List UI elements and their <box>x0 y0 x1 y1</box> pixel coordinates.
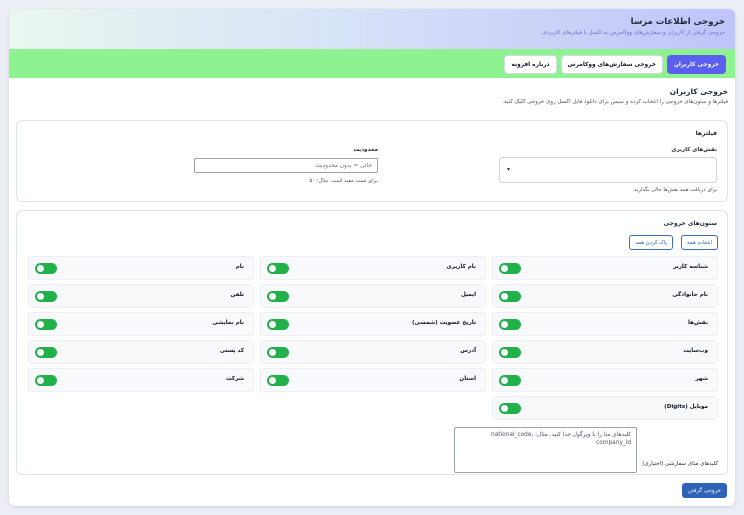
column-option: موبایل (Digits) <box>492 396 718 420</box>
column-label: کد پستی <box>219 348 244 354</box>
column-toggle[interactable] <box>499 347 521 358</box>
section-header: خروجی کاربران فیلترها و ستون‌های خروجی ر… <box>9 78 735 105</box>
column-option: شرکت <box>28 368 254 392</box>
select-all-button[interactable]: انتخاب همه <box>681 235 718 250</box>
toggle-knob <box>37 377 44 384</box>
toggle-knob <box>501 405 508 412</box>
toggle-knob <box>501 293 508 300</box>
section-title: خروجی کاربران <box>669 87 728 96</box>
column-toggle[interactable] <box>499 291 521 302</box>
column-label: نام خانوادگی <box>672 292 708 298</box>
column-option: نام خانوادگی <box>492 284 718 308</box>
column-label: تلفن <box>230 292 244 298</box>
column-label: شرکت <box>225 376 244 382</box>
limit-input[interactable] <box>194 158 378 173</box>
column-toggle[interactable] <box>35 347 57 358</box>
column-label: استان <box>459 376 476 382</box>
column-label: شناسه کاربر <box>673 264 708 270</box>
section-description: فیلترها و ستون‌های خروجی را انتخاب کرده … <box>502 99 728 105</box>
toggle-knob <box>269 265 276 272</box>
dropdown-arrow-icon: ▾ <box>507 166 511 173</box>
column-toggle[interactable] <box>35 375 57 386</box>
column-toggle[interactable] <box>267 291 289 302</box>
toggle-knob <box>269 377 276 384</box>
plugin-page: خروجی اطلاعات مرسا خروجی گرفتن از کاربرا… <box>9 9 735 506</box>
column-label: نام <box>235 264 244 270</box>
meta-keys-textarea[interactable] <box>454 427 637 473</box>
toggle-knob <box>269 349 276 356</box>
column-option: تاریخ عضویت (شمسی) <box>260 312 486 336</box>
column-toggle[interactable] <box>267 375 289 386</box>
column-option: شناسه کاربر <box>492 256 718 280</box>
column-label: موبایل (Digits) <box>664 404 708 410</box>
toggle-knob <box>269 321 276 328</box>
roles-label: نقش‌های کاربری <box>671 147 717 153</box>
toggle-knob <box>37 265 44 272</box>
column-option: استان <box>260 368 486 392</box>
column-option: نقش‌ها <box>492 312 718 336</box>
tab-orders-export[interactable]: خروجی سفارش‌های ووکامرس <box>560 55 663 74</box>
column-label: نام نمایشی <box>212 320 244 326</box>
column-toggle[interactable] <box>499 319 521 330</box>
limit-hint: برای تست مفید است. مثال: ۵۰ <box>309 178 378 184</box>
page-header: خروجی اطلاعات مرسا خروجی گرفتن از کاربرا… <box>9 9 735 49</box>
filters-card: فیلترها نقش‌های کاربری ▾ برای دریافت همه… <box>16 120 728 202</box>
toggle-knob <box>269 293 276 300</box>
column-option: وب‌سایت <box>492 340 718 364</box>
column-option: نام <box>28 256 254 280</box>
filters-title: فیلترها <box>695 130 717 137</box>
page-title: خروجی اطلاعات مرسا <box>630 17 725 27</box>
column-label: نام کاربری <box>446 264 476 270</box>
toggle-knob <box>501 321 508 328</box>
toggle-knob <box>501 377 508 384</box>
column-option: آدرس <box>260 340 486 364</box>
columns-card: ستون‌های خروجی انتخاب همه پاک کردن همه ش… <box>16 210 728 475</box>
column-toggle[interactable] <box>35 319 57 330</box>
column-toggle[interactable] <box>35 263 57 274</box>
column-option: تلفن <box>28 284 254 308</box>
column-option: شهر <box>492 368 718 392</box>
column-label: آدرس <box>460 348 476 354</box>
tab-users-export[interactable]: خروجی کاربران <box>666 55 726 74</box>
column-option: نام کاربری <box>260 256 486 280</box>
toggle-knob <box>37 321 44 328</box>
column-toggle[interactable] <box>499 403 521 414</box>
toggle-knob <box>37 293 44 300</box>
clear-all-button[interactable]: پاک کردن همه <box>629 235 673 250</box>
limit-label: محدودیت <box>353 147 378 153</box>
column-label: تاریخ عضویت (شمسی) <box>411 320 476 326</box>
tab-about[interactable]: درباره افزونه <box>504 55 557 74</box>
column-option: کد پستی <box>28 340 254 364</box>
column-toggle[interactable] <box>267 263 289 274</box>
roles-hint: برای دریافت همه نقش‌ها خالی بگذارید. <box>632 187 717 193</box>
page-subtitle: خروجی گرفتن از کاربران و سفارش‌های ووکام… <box>540 30 725 36</box>
column-option: نام نمایشی <box>28 312 254 336</box>
toggle-knob <box>501 265 508 272</box>
tab-bar: خروجی کاربران خروجی سفارش‌های ووکامرس در… <box>9 49 735 78</box>
column-label: شهر <box>695 376 708 382</box>
toggle-knob <box>501 349 508 356</box>
column-toggle[interactable] <box>499 263 521 274</box>
column-toggle[interactable] <box>267 319 289 330</box>
toggle-knob <box>37 349 44 356</box>
export-button[interactable]: خروجی گرفتن <box>682 483 727 498</box>
roles-select[interactable]: ▾ <box>499 157 717 183</box>
meta-keys-label: کلیدهای متای سفارشی (اختیاری) <box>642 461 718 467</box>
column-label: ایمیل <box>460 292 476 298</box>
column-label: نقش‌ها <box>687 320 708 326</box>
column-toggle[interactable] <box>499 375 521 386</box>
column-label: وب‌سایت <box>683 348 708 354</box>
column-toggle[interactable] <box>267 347 289 358</box>
columns-title: ستون‌های خروجی <box>663 220 717 227</box>
column-option: ایمیل <box>260 284 486 308</box>
column-toggle[interactable] <box>35 291 57 302</box>
